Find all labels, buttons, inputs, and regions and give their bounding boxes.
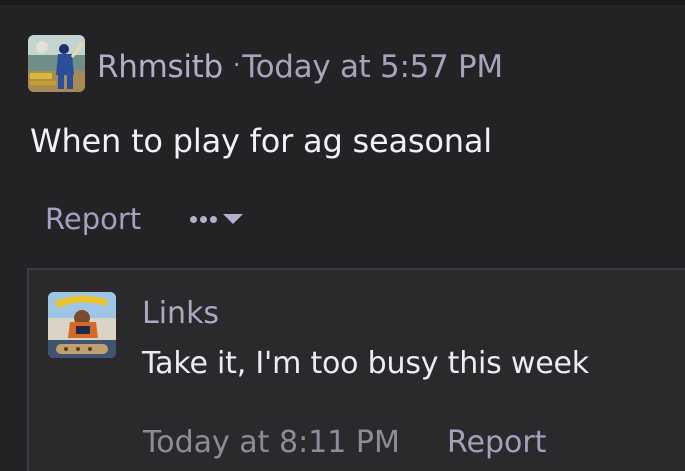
post-author-name[interactable]: Rhmsitb [97, 49, 223, 85]
post: Rhmsitb ·Today at 5:57 PM When to play fo… [0, 5, 685, 471]
post-timestamp: Today at 5:57 PM [242, 49, 503, 85]
more-options-icon-dot [200, 215, 207, 223]
cartoon-character-avatar-icon [48, 292, 116, 358]
reply-author-name[interactable]: Links [142, 294, 219, 334]
more-options-icon [190, 215, 197, 223]
reply-card: Links Take it, I'm too busy this week To… [27, 268, 685, 471]
cricket-player-avatar-icon [28, 35, 85, 92]
post-author-avatar[interactable] [28, 35, 85, 92]
reply-timestamp: Today at 8:11 PM [143, 425, 400, 460]
post-message: When to play for ag seasonal [30, 122, 492, 160]
reply-message: Take it, I'm too busy this week [142, 346, 589, 381]
report-button[interactable]: Report [45, 199, 141, 239]
reply-report-button[interactable]: Report [447, 423, 546, 463]
post-header: Rhmsitb ·Today at 5:57 PM [97, 45, 503, 87]
meta-separator: · [232, 51, 241, 79]
more-options-button[interactable] [190, 206, 243, 232]
chevron-down-icon [223, 214, 243, 224]
more-options-icon-dot [210, 215, 217, 223]
reply-author-avatar[interactable] [48, 292, 116, 358]
